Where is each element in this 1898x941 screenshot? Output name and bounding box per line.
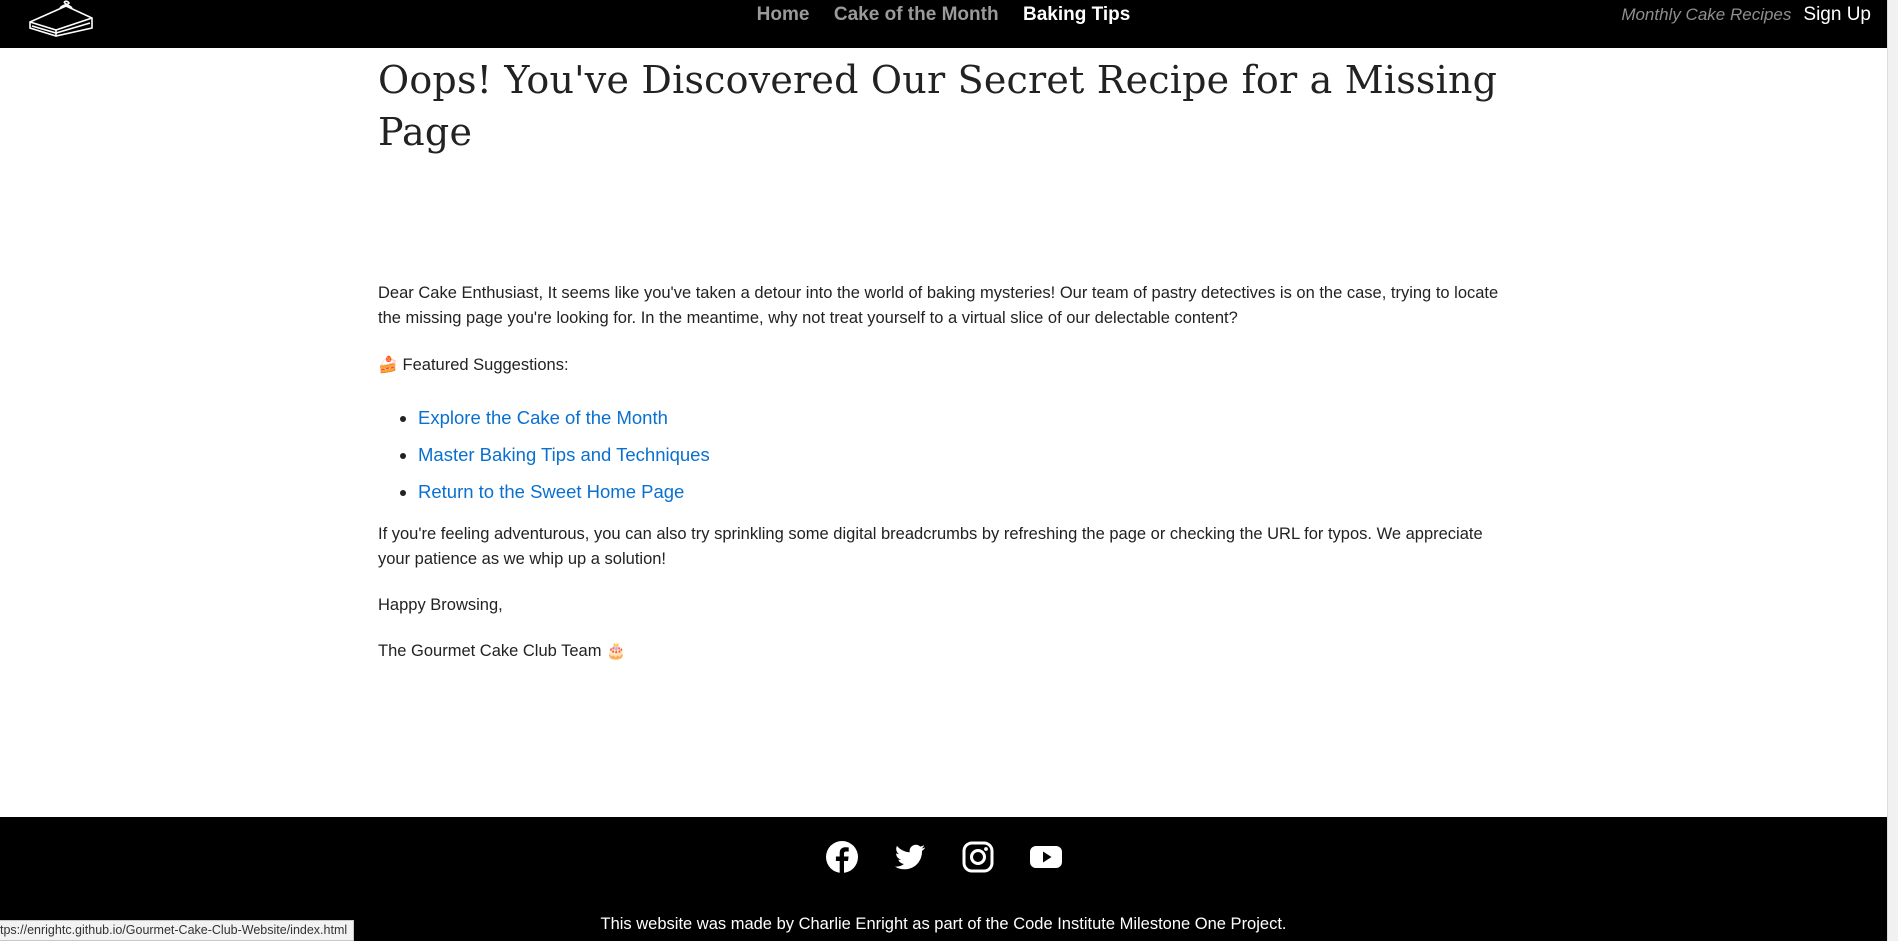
list-item: Master Baking Tips and Techniques [418,436,1508,473]
social-links [0,840,1887,874]
nav-home-link[interactable]: Home [757,4,810,26]
list-item: Return to the Sweet Home Page [418,473,1508,510]
main-content: Oops! You've Discovered Our Secret Recip… [378,54,1508,664]
cake-of-month-link[interactable]: Explore the Cake of the Month [418,407,668,428]
nav-right: Monthly Cake Recipes Sign Up [1621,4,1871,26]
sign-off: Happy Browsing, [378,596,503,614]
baking-tips-link[interactable]: Master Baking Tips and Techniques [418,444,710,465]
home-page-link[interactable]: Return to the Sweet Home Page [418,481,684,502]
birthday-cake-emoji: 🎂 [606,641,626,660]
nav-baking-tips-link[interactable]: Baking Tips [1023,4,1130,26]
suggestions-list: Explore the Cake of the Month Master Bak… [418,399,1508,510]
top-navbar: Home Cake of the Month Baking Tips Month… [0,0,1887,48]
outro-paragraph: If you're feeling adventurous, you can a… [378,525,1483,568]
featured-label-text: Featured Suggestions: [402,356,569,374]
main-nav: Home Cake of the Month Baking Tips [0,4,1887,26]
sign-up-link[interactable]: Sign Up [1803,4,1871,26]
twitter-icon[interactable] [893,840,927,874]
team-name: The Gourmet Cake Club Team [378,642,602,660]
vertical-scrollbar[interactable] [1887,0,1898,941]
page-title: Oops! You've Discovered Our Secret Recip… [378,58,1498,154]
nav-cake-of-the-month-link[interactable]: Cake of the Month [834,4,999,26]
list-item: Explore the Cake of the Month [418,399,1508,436]
site-tagline: Monthly Cake Recipes [1621,5,1792,24]
link-status-bar: tps://enrightc.github.io/Gourmet-Cake-Cl… [0,920,355,941]
instagram-icon[interactable] [961,840,995,874]
youtube-icon[interactable] [1029,840,1063,874]
facebook-icon[interactable] [825,840,859,874]
intro-paragraph: Dear Cake Enthusiast, It seems like you'… [378,284,1499,327]
cake-emoji: 🍰 [378,355,398,374]
team-signature: The Gourmet Cake Club Team 🎂 [378,638,1508,664]
featured-suggestions-label: 🍰 Featured Suggestions: [378,352,1508,378]
